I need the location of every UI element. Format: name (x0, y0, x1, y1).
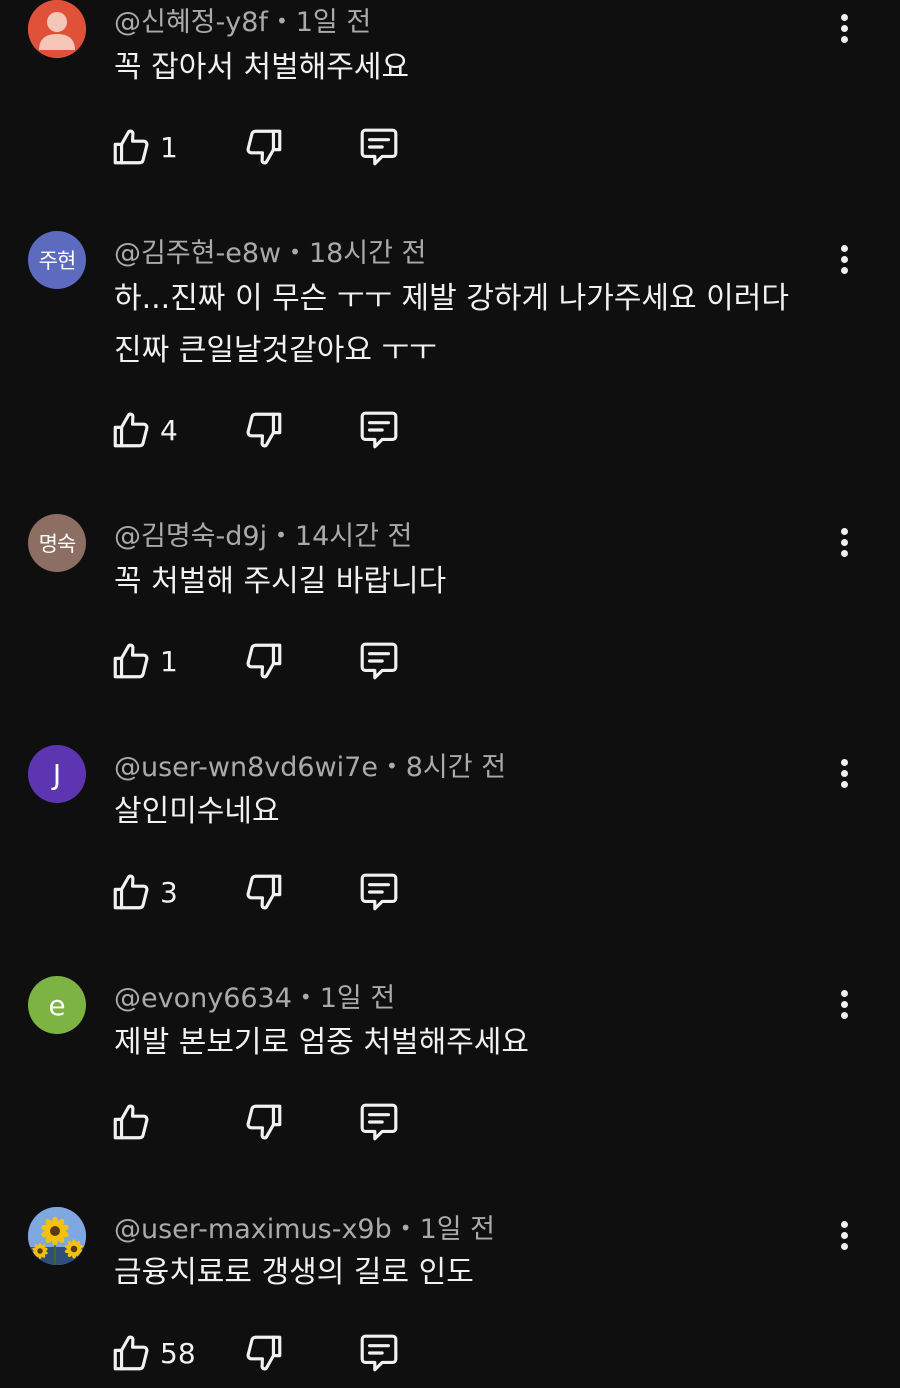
separator-dot: • (299, 985, 312, 1009)
thumb-up-icon (110, 640, 152, 682)
comment-text: 진짜 큰일날것같아요 ㅜㅜ (114, 333, 437, 368)
thumb-up-icon (110, 126, 152, 168)
thumb-up-icon (110, 409, 152, 451)
separator-dot: • (399, 1216, 412, 1240)
avatar[interactable]: J (28, 745, 86, 803)
like-button[interactable]: 3 (110, 870, 178, 914)
author-handle[interactable]: @김명숙-d9j (114, 521, 267, 552)
reply-comment-icon (358, 1101, 400, 1143)
comment-time[interactable]: 1일 전 (296, 7, 371, 38)
more-vertical-icon[interactable] (828, 1213, 860, 1257)
reply-button[interactable] (358, 1100, 400, 1144)
author-handle[interactable]: @user-maximus-x9b (114, 1214, 392, 1245)
author-handle[interactable]: @user-wn8vd6wi7e (114, 752, 378, 783)
author-handle[interactable]: @evony6634 (114, 983, 292, 1014)
reply-comment-icon (358, 409, 400, 451)
avatar-initials: J (52, 757, 62, 791)
like-count: 1 (160, 130, 178, 164)
thumb-down-icon (243, 1101, 285, 1143)
comment-time[interactable]: 18시간 전 (309, 238, 426, 269)
more-vertical-icon[interactable] (828, 751, 860, 795)
reply-button[interactable] (358, 408, 400, 452)
reply-comment-icon (358, 871, 400, 913)
like-button[interactable]: 4 (110, 408, 178, 452)
more-vertical-icon[interactable] (828, 6, 860, 50)
avatar[interactable] (28, 1207, 86, 1265)
reply-button[interactable] (358, 125, 400, 169)
avatar-initials: 주현 (38, 249, 77, 273)
thumb-down-icon (243, 1332, 285, 1374)
comment-time[interactable]: 1일 전 (420, 1214, 495, 1245)
more-vertical-icon[interactable] (828, 520, 860, 564)
like-button[interactable] (110, 1100, 160, 1144)
separator-dot: • (385, 754, 398, 778)
comment-text: 하...진짜 이 무슨 ㅜㅜ 제발 강하게 나가주세요 이러다 (114, 281, 789, 316)
comment-time[interactable]: 14시간 전 (295, 521, 412, 552)
separator-dot: • (275, 9, 288, 33)
comment-text: 꼭 처벌해 주시길 바랍니다 (114, 564, 447, 599)
separator-dot: • (289, 240, 301, 264)
avatar[interactable]: 명숙 (28, 514, 86, 572)
thumb-down-icon (243, 126, 285, 168)
comment-time[interactable]: 8시간 전 (406, 752, 506, 783)
reply-comment-icon (358, 1332, 400, 1374)
comment-time[interactable]: 1일 전 (320, 983, 395, 1014)
author-handle[interactable]: @신혜정-y8f (114, 7, 268, 38)
thumb-down-icon (243, 409, 285, 451)
like-button[interactable]: 58 (110, 1331, 196, 1375)
thumb-down-icon (243, 871, 285, 913)
comment-text: 금융치료로 갱생의 길로 인도 (114, 1255, 474, 1290)
comment-meta: @user-maximus-x9b • 1일 전 (114, 1214, 495, 1247)
dislike-button[interactable] (243, 125, 285, 169)
like-count: 4 (160, 413, 178, 447)
avatar[interactable]: e (28, 976, 86, 1034)
avatar[interactable] (28, 0, 86, 58)
comment-meta: @김주현-e8w • 18시간 전 (114, 238, 426, 271)
dislike-button[interactable] (243, 408, 285, 452)
like-count: 1 (160, 644, 178, 678)
dislike-button[interactable] (243, 639, 285, 683)
thumb-up-icon (110, 1332, 152, 1374)
reply-comment-icon (358, 126, 400, 168)
like-button[interactable]: 1 (110, 639, 178, 683)
reply-button[interactable] (358, 639, 400, 683)
like-count: 58 (160, 1336, 196, 1370)
reply-button[interactable] (358, 870, 400, 914)
avatar[interactable]: 주현 (28, 231, 86, 289)
dislike-button[interactable] (243, 1331, 285, 1375)
separator-dot: • (275, 523, 287, 547)
comment-text: 제발 본보기로 엄중 처벌해주세요 (114, 1025, 530, 1060)
reply-comment-icon (358, 640, 400, 682)
dislike-button[interactable] (243, 1100, 285, 1144)
more-vertical-icon[interactable] (828, 982, 860, 1026)
reply-button[interactable] (358, 1331, 400, 1375)
like-button[interactable]: 1 (110, 125, 178, 169)
author-handle[interactable]: @김주현-e8w (114, 238, 281, 269)
like-count: 3 (160, 875, 178, 909)
comment-text: 살인미수네요 (114, 794, 280, 829)
comment-text: 꼭 잡아서 처벌해주세요 (114, 50, 410, 85)
avatar-initials: e (48, 988, 66, 1022)
comment-meta: @신혜정-y8f • 1일 전 (114, 7, 371, 40)
avatar-initials: 명숙 (38, 532, 77, 556)
comment-meta: @evony6634 • 1일 전 (114, 983, 395, 1016)
comment-meta: @user-wn8vd6wi7e • 8시간 전 (114, 752, 506, 785)
more-vertical-icon[interactable] (828, 237, 860, 281)
thumb-up-icon (110, 1101, 152, 1143)
dislike-button[interactable] (243, 870, 285, 914)
thumb-up-icon (110, 871, 152, 913)
thumb-down-icon (243, 640, 285, 682)
comment-meta: @김명숙-d9j • 14시간 전 (114, 521, 412, 554)
